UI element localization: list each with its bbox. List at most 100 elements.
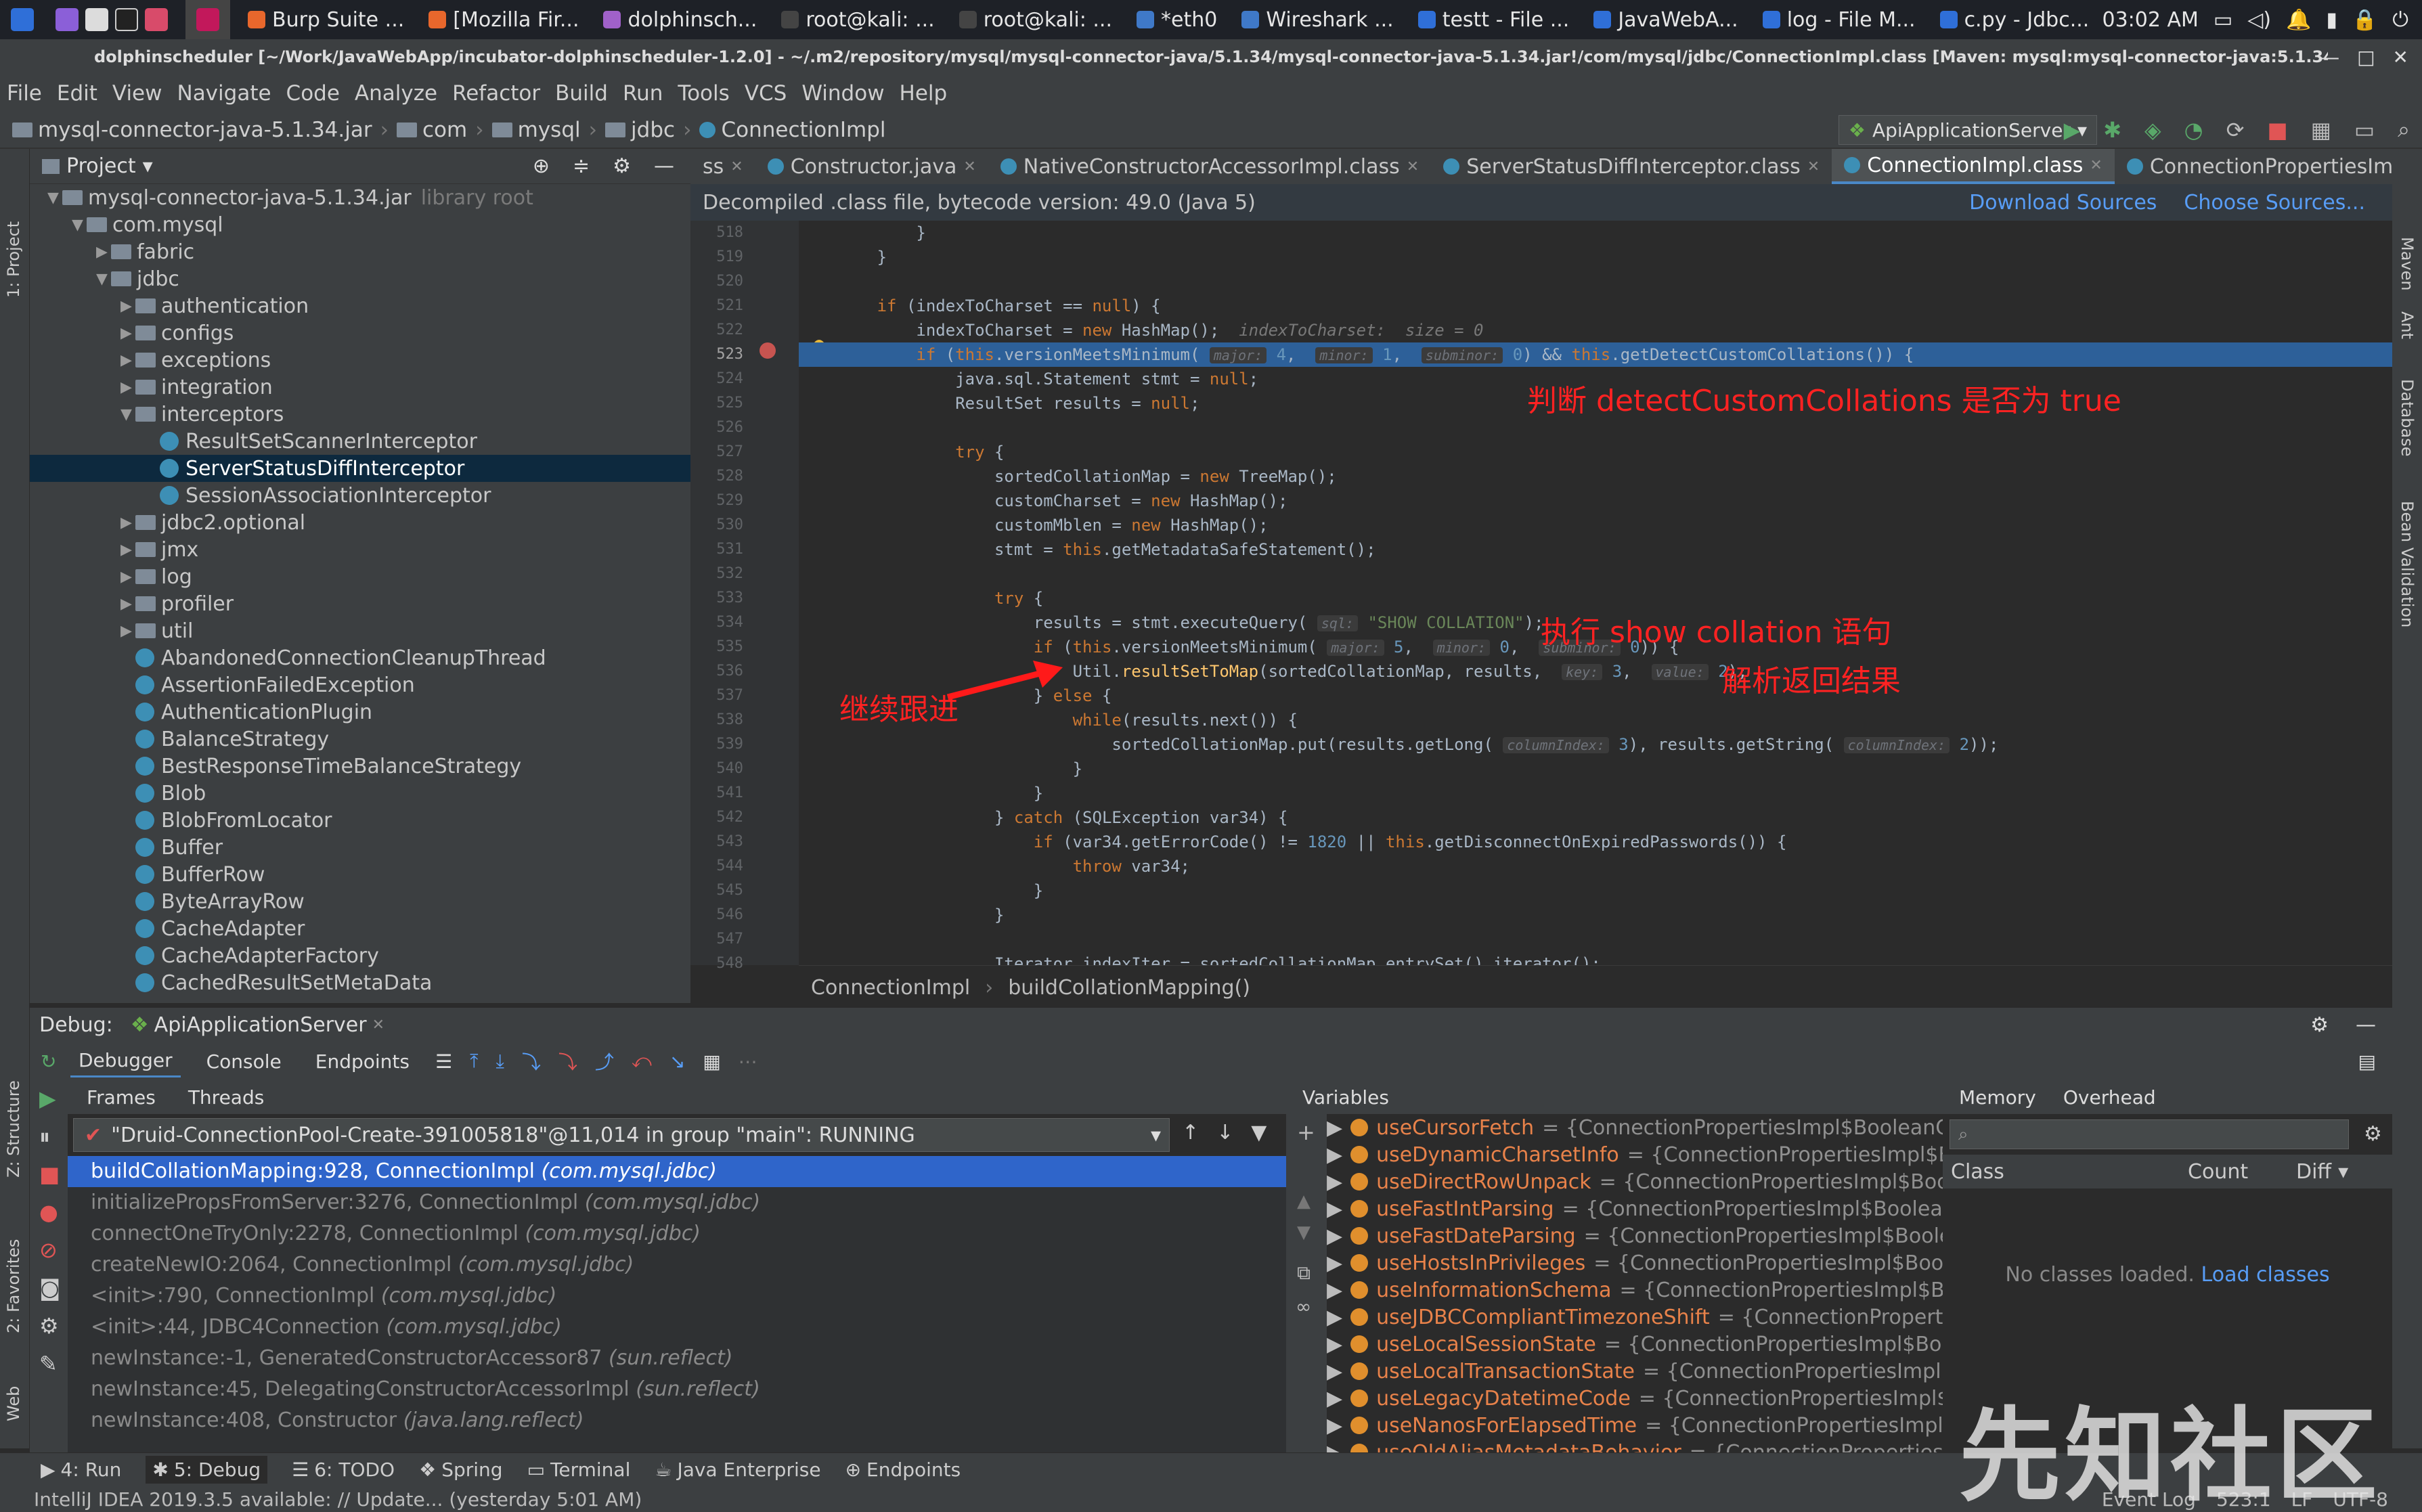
bottom-tab[interactable]: ✱ 5: Debug <box>146 1456 268 1484</box>
add-watch-icon[interactable]: + <box>1297 1119 1315 1145</box>
breadcrumb-item[interactable]: ConnectionImpl <box>699 118 886 142</box>
close-icon[interactable]: ✕ <box>2393 46 2408 68</box>
breadcrumb-class[interactable]: ConnectionImpl <box>811 976 970 1000</box>
tab-endpoints[interactable]: Endpoints <box>307 1046 418 1077</box>
tree-folder-item[interactable]: ▼ interceptors <box>30 401 690 428</box>
tab-memory[interactable]: Memory <box>1959 1086 2036 1109</box>
close-icon[interactable]: ✕ <box>1807 158 1820 175</box>
editor-tab[interactable]: ConnectionImpl.class ✕ <box>1832 149 2115 184</box>
chevron-down-icon[interactable]: ▼ <box>72 217 87 234</box>
close-icon[interactable]: ✕ <box>963 158 975 175</box>
stop-icon[interactable]: ■ <box>39 1161 60 1187</box>
gear-icon[interactable]: ⚙ <box>39 1313 59 1339</box>
battery-icon[interactable]: ▮ <box>2326 8 2337 32</box>
bottom-tab[interactable]: ⊕ Endpoints <box>845 1459 961 1481</box>
variable-row[interactable]: ▶ useInformationSchema = {ConnectionProper… <box>1327 1276 1943 1304</box>
variable-row[interactable]: ▶ useLocalSessionState = {ConnectionProper… <box>1327 1331 1943 1358</box>
view-breakpoints-icon[interactable]: ● <box>39 1199 58 1225</box>
chevron-right-icon[interactable]: ▶ <box>1327 1224 1342 1248</box>
memory-search-input[interactable]: ⌕ <box>1950 1119 2349 1149</box>
close-icon[interactable]: ✕ <box>372 1017 384 1033</box>
choose-sources-link[interactable]: Choose Sources... <box>2184 191 2365 215</box>
chevron-right-icon[interactable]: ▶ <box>1327 1143 1342 1167</box>
variable-row[interactable]: ▶ useOldAliasMetadataBehavior = {Connectio… <box>1327 1439 1943 1452</box>
breadcrumb-item[interactable]: com <box>397 118 467 142</box>
close-icon[interactable]: ✕ <box>730 158 743 175</box>
chevron-right-icon[interactable]: ▶ <box>120 596 135 613</box>
menu-item-edit[interactable]: Edit <box>57 81 97 106</box>
thread-select[interactable]: ✔ "Druid-ConnectionPool-Create-391005818… <box>73 1118 1170 1152</box>
tree-folder-item[interactable]: ▼ mysql-connector-java-5.1.34.jar library … <box>30 184 690 211</box>
taskbar-app[interactable]: [Mozilla Fir... <box>418 0 590 39</box>
glasses-icon[interactable]: ∞ <box>1296 1295 1311 1318</box>
taskbar-app[interactable]: c.py - Jdbc... <box>1929 0 2100 39</box>
mute-breakpoints-icon[interactable]: ⊘ <box>39 1237 58 1263</box>
step-over-icon[interactable]: ⤓ <box>496 1050 504 1073</box>
stack-frame[interactable]: newInstance:408, Constructor (java.lang.… <box>68 1405 1286 1436</box>
menu-item-run[interactable]: Run <box>623 81 663 106</box>
tree-folder-item[interactable]: ▶ profiler <box>30 590 690 617</box>
menu-item-build[interactable]: Build <box>555 81 608 106</box>
tree-class-item[interactable]: Buffer <box>30 834 690 861</box>
workspace-icon[interactable] <box>45 0 179 39</box>
camera-icon[interactable]: ◙ <box>39 1275 60 1301</box>
code-editor[interactable]: } } if (indexToCharset == null) { indexT… <box>799 221 2392 965</box>
project-tool-tab[interactable]: 1: Project <box>4 221 23 298</box>
tab-threads[interactable]: Threads <box>188 1086 265 1109</box>
chevron-right-icon[interactable]: ▶ <box>1327 1251 1342 1275</box>
tree-folder-item[interactable]: ▶ configs <box>30 319 690 347</box>
chevron-down-icon[interactable]: ▼ <box>47 190 62 206</box>
rerun-icon[interactable]: ↻ <box>41 1050 56 1073</box>
chevron-right-icon[interactable]: ▶ <box>1327 1387 1342 1410</box>
tree-class-item[interactable]: ServerStatusDiffInterceptor <box>30 455 690 482</box>
chevron-right-icon[interactable]: ▶ <box>120 541 135 558</box>
copy-icon[interactable]: ⧉ <box>1297 1262 1311 1285</box>
column-class[interactable]: Class <box>1951 1160 2188 1184</box>
breakpoint-icon[interactable] <box>759 342 776 359</box>
pin-icon[interactable]: ✎ <box>39 1351 58 1377</box>
taskbar-app[interactable]: Burp Suite ... <box>237 0 415 39</box>
menu-item-navigate[interactable]: Navigate <box>177 81 271 106</box>
project-view-select[interactable]: Project <box>66 154 136 178</box>
editor-tab[interactable]: ConnectionPropertiesImpl.class✕ <box>2115 149 2392 184</box>
variable-row[interactable]: ▶ useNanosForElapsedTime = {ConnectionProp… <box>1327 1412 1943 1439</box>
taskbar-app[interactable]: *eth0 <box>1126 0 1228 39</box>
editor-tab[interactable]: Constructor.java ✕ <box>755 149 988 184</box>
editor-tab[interactable]: ServerStatusDiffInterceptor.class ✕ <box>1431 149 1832 184</box>
tree-folder-item[interactable]: ▼ com.mysql <box>30 211 690 238</box>
menu-icon[interactable]: ☰ <box>435 1050 452 1073</box>
menu-item-code[interactable]: Code <box>286 81 340 106</box>
tree-folder-item[interactable]: ▶ log <box>30 563 690 590</box>
tree-folder-item[interactable]: ▶ util <box>30 617 690 644</box>
chevron-right-icon[interactable]: ▶ <box>1327 1278 1342 1302</box>
chevron-right-icon[interactable]: ▶ <box>1327 1414 1342 1438</box>
breadcrumb-method[interactable]: buildCollationMapping() <box>1008 976 1250 1000</box>
tree-folder-item[interactable]: ▶ jmx <box>30 536 690 563</box>
tree-folder-item[interactable]: ▶ authentication <box>30 292 690 319</box>
tree-class-item[interactable]: ByteArrayRow <box>30 888 690 915</box>
taskbar-app[interactable]: root@kali: ... <box>770 0 945 39</box>
pause-icon[interactable]: ⏸ <box>39 1124 50 1150</box>
download-sources-link[interactable]: Download Sources <box>1969 191 2157 215</box>
variable-row[interactable]: ▶ useJDBCCompliantTimezoneShift = {Connect… <box>1327 1304 1943 1331</box>
breadcrumb-item[interactable]: mysql <box>491 118 581 142</box>
maximize-icon[interactable]: □ <box>2357 46 2375 68</box>
stack-frame[interactable]: <init>:44, JDBC4Connection (com.mysql.jd… <box>68 1312 1286 1343</box>
tab-console[interactable]: Console <box>198 1046 290 1077</box>
database-tool-tab[interactable]: Database <box>2398 379 2417 457</box>
variable-row[interactable]: ▶ useHostsInPrivileges = {ConnectionProper… <box>1327 1249 1943 1276</box>
chevron-right-icon[interactable]: ▶ <box>120 623 135 640</box>
tree-class-item[interactable]: ResultSetScannerInterceptor <box>30 428 690 455</box>
taskbar-app[interactable]: JavaWebA... <box>1583 0 1748 39</box>
notification-bell-icon[interactable]: 🔔 <box>2286 8 2311 32</box>
chevron-down-icon[interactable]: ▼ <box>120 406 135 423</box>
taskbar-app[interactable]: root@kali: ... <box>948 0 1123 39</box>
variable-row[interactable]: ▶ useFastDateParsing = {ConnectionProperti… <box>1327 1222 1943 1249</box>
load-classes-link[interactable]: Load classes <box>2201 1263 2330 1287</box>
drop-frame-icon[interactable]: ⤺ <box>632 1050 652 1073</box>
restore-layout-icon[interactable]: ▤ <box>2358 1050 2376 1073</box>
breadcrumb-item[interactable]: mysql-connector-java-5.1.34.jar <box>12 118 372 142</box>
column-diff[interactable]: Diff <box>2296 1160 2331 1184</box>
tree-class-item[interactable]: CacheAdapter <box>30 915 690 942</box>
tree-folder-item[interactable]: ▼ jdbc <box>30 265 690 292</box>
